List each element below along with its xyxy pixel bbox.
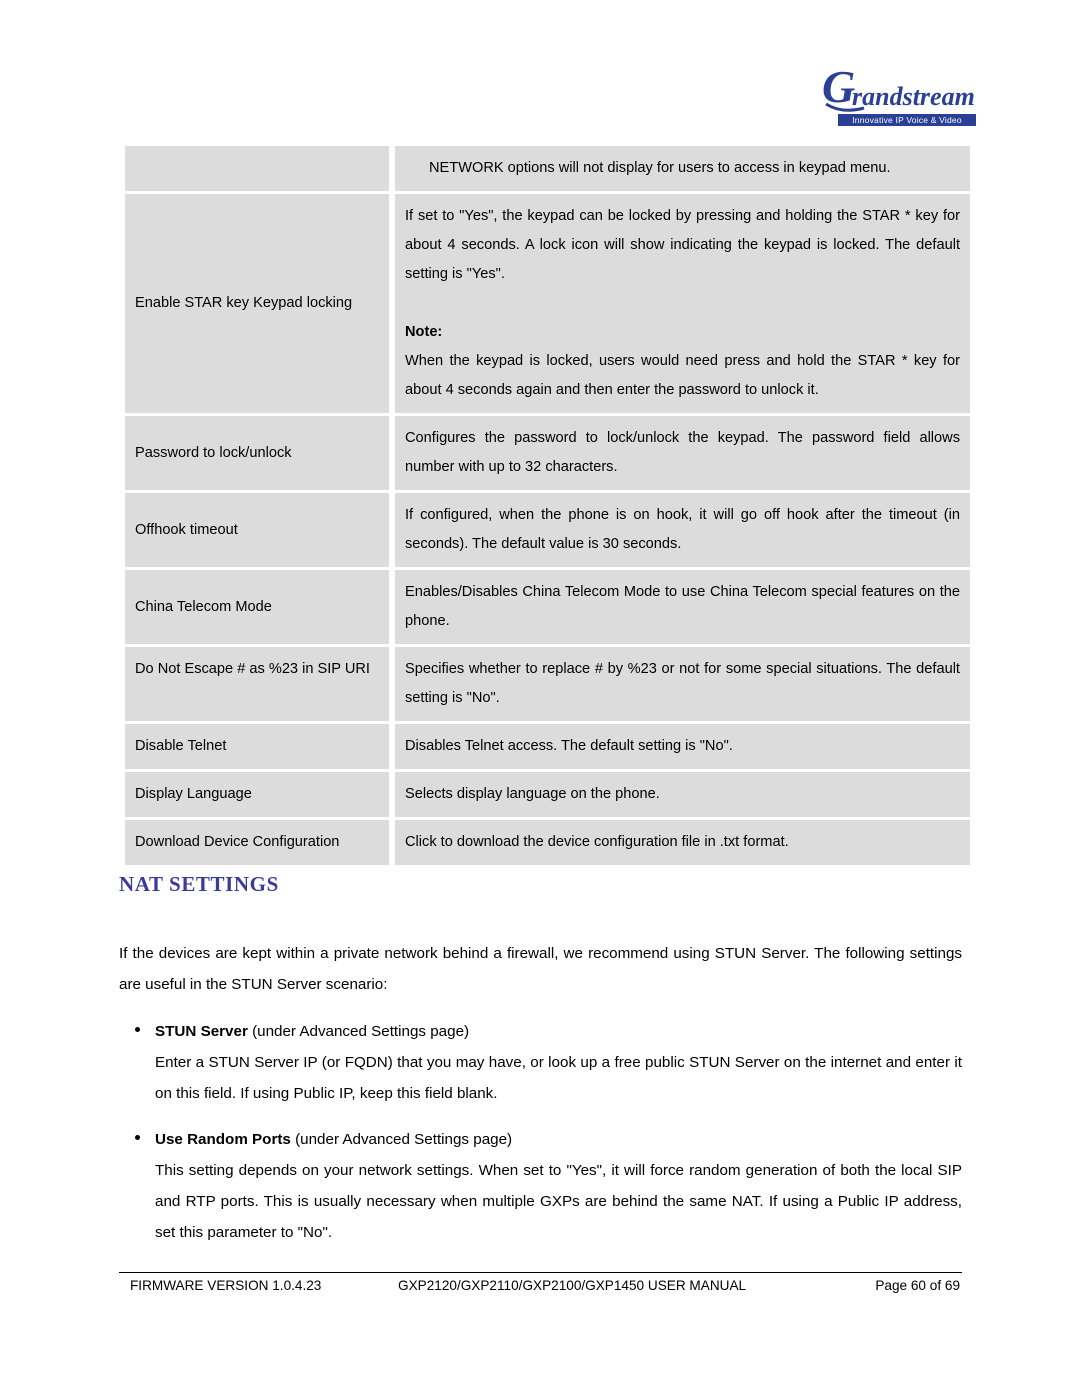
note-label: Note: [405, 324, 443, 340]
table-cell-key [125, 146, 389, 191]
bullet-term-suffix: (under Advanced Settings page) [247, 1023, 470, 1040]
footer-firmware-version: FIRMWARE VERSION 1.0.4.23 [130, 1278, 322, 1293]
bullet-term: Use Random Ports [155, 1131, 291, 1148]
table-cell-key: Offhook timeout [125, 493, 389, 567]
svg-text:randstream: randstream [852, 82, 975, 111]
table-row: Download Device Configuration Click to d… [125, 820, 970, 865]
table-row: Offhook timeout If configured, when the … [125, 493, 970, 567]
bullet-dot-icon [135, 1027, 140, 1032]
table-cell-desc: Specifies whether to replace # by %23 or… [395, 647, 970, 721]
table-cell-desc: Configures the password to lock/unlock t… [395, 416, 970, 490]
settings-table: NETWORK options will not display for use… [119, 143, 976, 868]
table-row: Display Language Selects display languag… [125, 772, 970, 817]
footer-page-number: Page 60 of 69 [875, 1278, 960, 1293]
table-row: Disable Telnet Disables Telnet access. T… [125, 724, 970, 769]
table-cell-key: Disable Telnet [125, 724, 389, 769]
table-cell-desc: Disables Telnet access. The default sett… [395, 724, 970, 769]
bullet-body-text: This setting depends on your network set… [155, 1162, 962, 1241]
table-row: NETWORK options will not display for use… [125, 146, 970, 191]
bullet-term: STUN Server [155, 1023, 248, 1040]
list-item: Use Random Ports (under Advanced Setting… [119, 1124, 962, 1155]
logo-tagline: Innovative IP Voice & Video [838, 114, 976, 126]
table-row: Enable STAR key Keypad locking If set to… [125, 194, 970, 413]
brand-logo: G randstream Innovative IP Voice & Video [816, 58, 976, 132]
table-cell-key: China Telecom Mode [125, 570, 389, 644]
bullet-body-text: Enter a STUN Server IP (or FQDN) that yo… [155, 1054, 962, 1102]
table-cell-key: Enable STAR key Keypad locking [125, 194, 389, 413]
table-cell-key: Password to lock/unlock [125, 416, 389, 490]
list-item: STUN Server (under Advanced Settings pag… [119, 1016, 962, 1047]
table-cell-desc: If configured, when the phone is on hook… [395, 493, 970, 567]
table-row: Password to lock/unlock Configures the p… [125, 416, 970, 490]
footer-manual-title: GXP2120/GXP2110/GXP2100/GXP1450 USER MAN… [398, 1278, 747, 1293]
table-cell-key: Do Not Escape # as %23 in SIP URI [125, 647, 389, 721]
table-cell-desc: Click to download the device configurati… [395, 820, 970, 865]
table-cell-desc: NETWORK options will not display for use… [395, 146, 970, 191]
table-cell-desc: Enables/Disables China Telecom Mode to u… [395, 570, 970, 644]
grandstream-logo-icon: G randstream [822, 61, 975, 112]
table-cell-desc: Selects display language on the phone. [395, 772, 970, 817]
note-text: When the keypad is locked, users would n… [405, 353, 960, 398]
bullet-heading: Use Random Ports (under Advanced Setting… [155, 1124, 962, 1155]
bullet-term-suffix: (under Advanced Settings page) [290, 1131, 513, 1148]
footer-divider [119, 1272, 962, 1273]
bullet-dot-icon [135, 1135, 140, 1140]
section-heading-nat-settings: NAT SETTINGS [119, 872, 279, 896]
intro-paragraph: If the devices are kept within a private… [119, 945, 962, 993]
bullet-heading: STUN Server (under Advanced Settings pag… [155, 1016, 962, 1047]
table-row: China Telecom Mode Enables/Disables Chin… [125, 570, 970, 644]
table-row: Do Not Escape # as %23 in SIP URI Specif… [125, 647, 970, 721]
table-cell-desc: If set to "Yes", the keypad can be locke… [395, 194, 970, 413]
table-cell-key: Download Device Configuration [125, 820, 389, 865]
desc-text: If set to "Yes", the keypad can be locke… [405, 208, 960, 282]
table-cell-key: Display Language [125, 772, 389, 817]
page-footer: FIRMWARE VERSION 1.0.4.23 GXP2120/GXP211… [119, 1278, 962, 1302]
